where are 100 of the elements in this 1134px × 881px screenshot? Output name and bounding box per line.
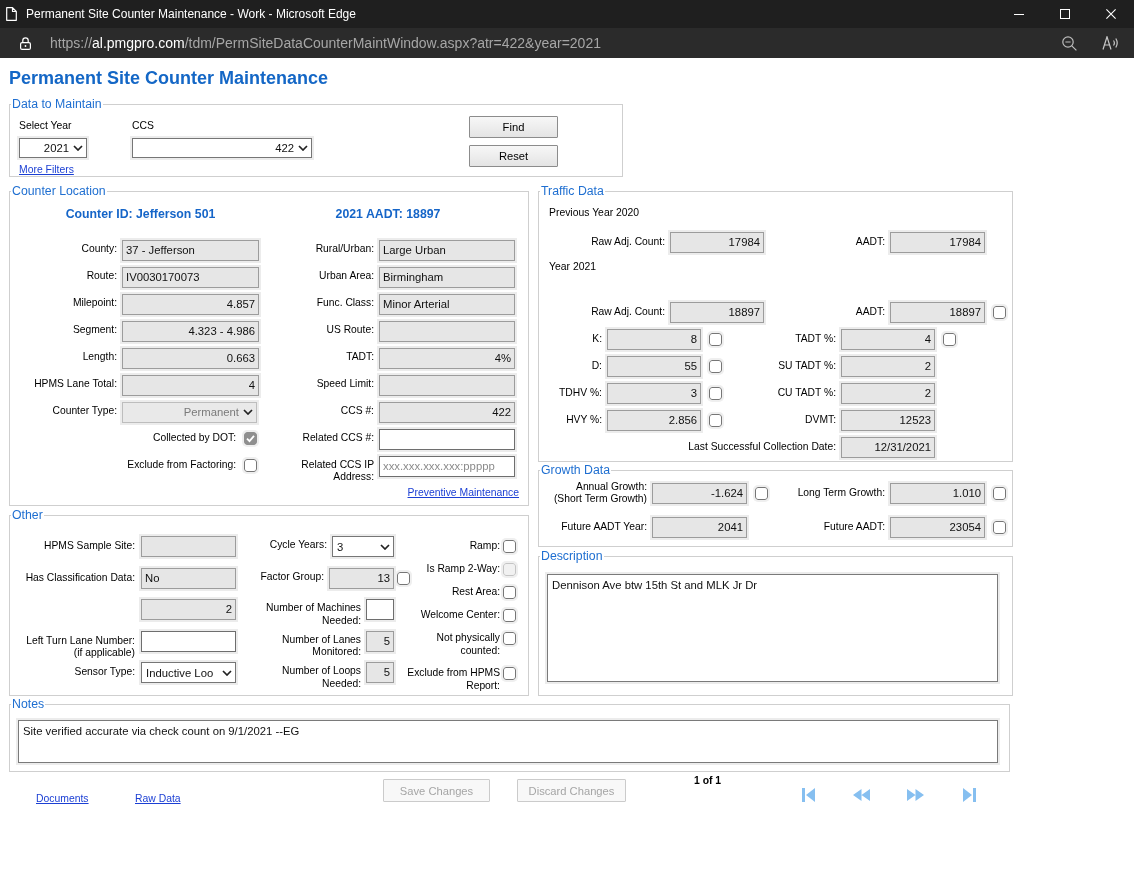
skip-to-start-icon[interactable] [802, 788, 815, 802]
reset-button[interactable]: Reset [469, 145, 558, 167]
field-label: CCS [132, 120, 154, 132]
checkbox[interactable] [755, 486, 768, 500]
input-field[interactable]: 17984 [670, 232, 764, 253]
description-field[interactable]: Dennison Ave btw 15th St and MLK Jr Dr [547, 574, 998, 682]
field-label: Long Term Growth: [797, 486, 885, 500]
dropdown[interactable]: Inductive Loo [141, 662, 236, 684]
input-field[interactable]: 18897 [890, 302, 985, 323]
notes-field[interactable]: Site verified accurate via check count on 9/1/2021 --EG [18, 720, 998, 763]
minimize-icon[interactable] [1014, 13, 1024, 15]
field-label: CU TADT %: [777, 387, 836, 400]
input-field[interactable] [379, 428, 515, 450]
checkbox[interactable] [503, 586, 516, 599]
input-field[interactable]: 13 [329, 567, 394, 589]
checkbox[interactable] [709, 360, 722, 373]
input-field[interactable]: 2 [841, 383, 935, 404]
input-field[interactable]: 5 [366, 630, 394, 652]
field-label: Rest Area: [451, 586, 500, 599]
field-label: Segment: [72, 323, 117, 336]
input-field[interactable]: 3 [607, 383, 701, 404]
find-button[interactable]: Find [469, 116, 558, 138]
input-field[interactable]: 55 [607, 356, 701, 377]
field-label: Urban Area: [319, 269, 374, 282]
raw-data-link[interactable]: Raw Data [135, 793, 181, 805]
checkbox[interactable] [993, 306, 1006, 319]
input-field[interactable]: Large Urban [379, 239, 515, 261]
input-field[interactable] [379, 374, 515, 396]
checkbox[interactable] [503, 632, 516, 645]
field-label: County: [81, 242, 117, 255]
field-label: Length: [82, 350, 117, 363]
input-field[interactable]: 1.010 [890, 482, 985, 504]
input-field[interactable]: 4% [379, 347, 515, 369]
chevron-icon [222, 669, 232, 676]
input-field[interactable]: 37 - Jefferson [122, 239, 259, 261]
field-label: Cycle Years: [269, 538, 328, 552]
input-field[interactable]: No [141, 567, 236, 589]
input-field[interactable] [141, 536, 236, 558]
lock-icon[interactable] [20, 36, 31, 50]
field-label: AADT: [855, 236, 885, 249]
input-field[interactable]: 0.663 [122, 347, 259, 369]
input-field[interactable]: xxx.xxx.xxx.xxx:ppppp [379, 455, 515, 477]
field-note: (if applicable) [73, 647, 135, 660]
field-label: Exclude from HPMS Report: [406, 667, 500, 692]
checkbox[interactable] [709, 414, 722, 427]
input-field[interactable]: 4.323 - 4.986 [122, 320, 259, 342]
input-field[interactable] [141, 630, 236, 652]
dropdown[interactable]: 3 [332, 536, 394, 558]
page-counter: 1 of 1 [694, 775, 722, 787]
field-label: Future AADT: [823, 520, 885, 534]
read-aloud-icon[interactable] [1102, 36, 1119, 50]
dropdown[interactable]: 2021 [19, 138, 87, 158]
maximize-icon[interactable] [1060, 9, 1070, 19]
input-field[interactable]: 4 [122, 374, 259, 396]
input-field[interactable]: 12/31/2021 [841, 437, 935, 458]
chevron-icon [298, 145, 308, 151]
input-field[interactable]: Minor Arterial [379, 293, 515, 315]
filters-link[interactable]: More Filters [19, 164, 74, 176]
field-label: Route: [86, 269, 117, 282]
checkbox[interactable] [503, 667, 516, 680]
field-label: Annual Growth: [576, 480, 647, 493]
field-label: Number of Loops Needed: [281, 664, 362, 690]
input-field[interactable]: 4.857 [122, 293, 259, 315]
input-field[interactable]: Birmingham [379, 266, 515, 288]
dropdown[interactable]: 422 [132, 138, 312, 158]
input-field[interactable]: 422 [379, 401, 515, 423]
checkbox[interactable] [993, 520, 1006, 534]
checkbox[interactable] [709, 333, 722, 346]
input-field[interactable] [366, 599, 394, 621]
input-field[interactable]: IV0030170073 [122, 266, 259, 288]
input-field[interactable]: 17984 [890, 232, 985, 253]
input-field[interactable]: 4 [841, 329, 935, 350]
checkbox[interactable] [709, 387, 722, 400]
checkbox[interactable] [503, 540, 516, 553]
documents-link[interactable]: Documents [36, 793, 89, 805]
section-heading: Counter ID: Jefferson 501 [65, 206, 216, 222]
input-field[interactable]: 12523 [841, 410, 935, 431]
checkbox[interactable] [244, 458, 257, 472]
maintenance-link[interactable]: Preventive Maintenance [407, 486, 519, 499]
input-field[interactable]: 5 [366, 662, 394, 684]
input-field[interactable] [379, 320, 515, 342]
field-label: HPMS Lane Total: [34, 377, 117, 390]
input-field[interactable]: 8 [607, 329, 701, 350]
input-field[interactable]: 18897 [670, 302, 764, 323]
field-label: Exclude from Factoring: [127, 458, 236, 471]
close-icon[interactable] [1106, 9, 1116, 19]
checkbox[interactable] [397, 571, 410, 585]
input-field[interactable]: 23054 [890, 516, 985, 538]
input-field[interactable]: 2.856 [607, 410, 701, 431]
input-field[interactable]: -1.624 [652, 482, 747, 504]
zoom-out-icon[interactable] [1062, 35, 1077, 51]
input-field[interactable]: 2 [841, 356, 935, 377]
window-title: Permanent Site Counter Maintenance - Work - Microsoft Edge [26, 7, 356, 21]
input-field[interactable]: 2 [141, 599, 236, 621]
checkbox[interactable] [503, 609, 516, 622]
input-field[interactable]: 2041 [652, 516, 747, 538]
checkbox[interactable] [993, 486, 1006, 500]
field-label: K: [592, 333, 602, 346]
checkbox[interactable] [943, 333, 956, 346]
field-label: Factor Group: [260, 569, 325, 583]
